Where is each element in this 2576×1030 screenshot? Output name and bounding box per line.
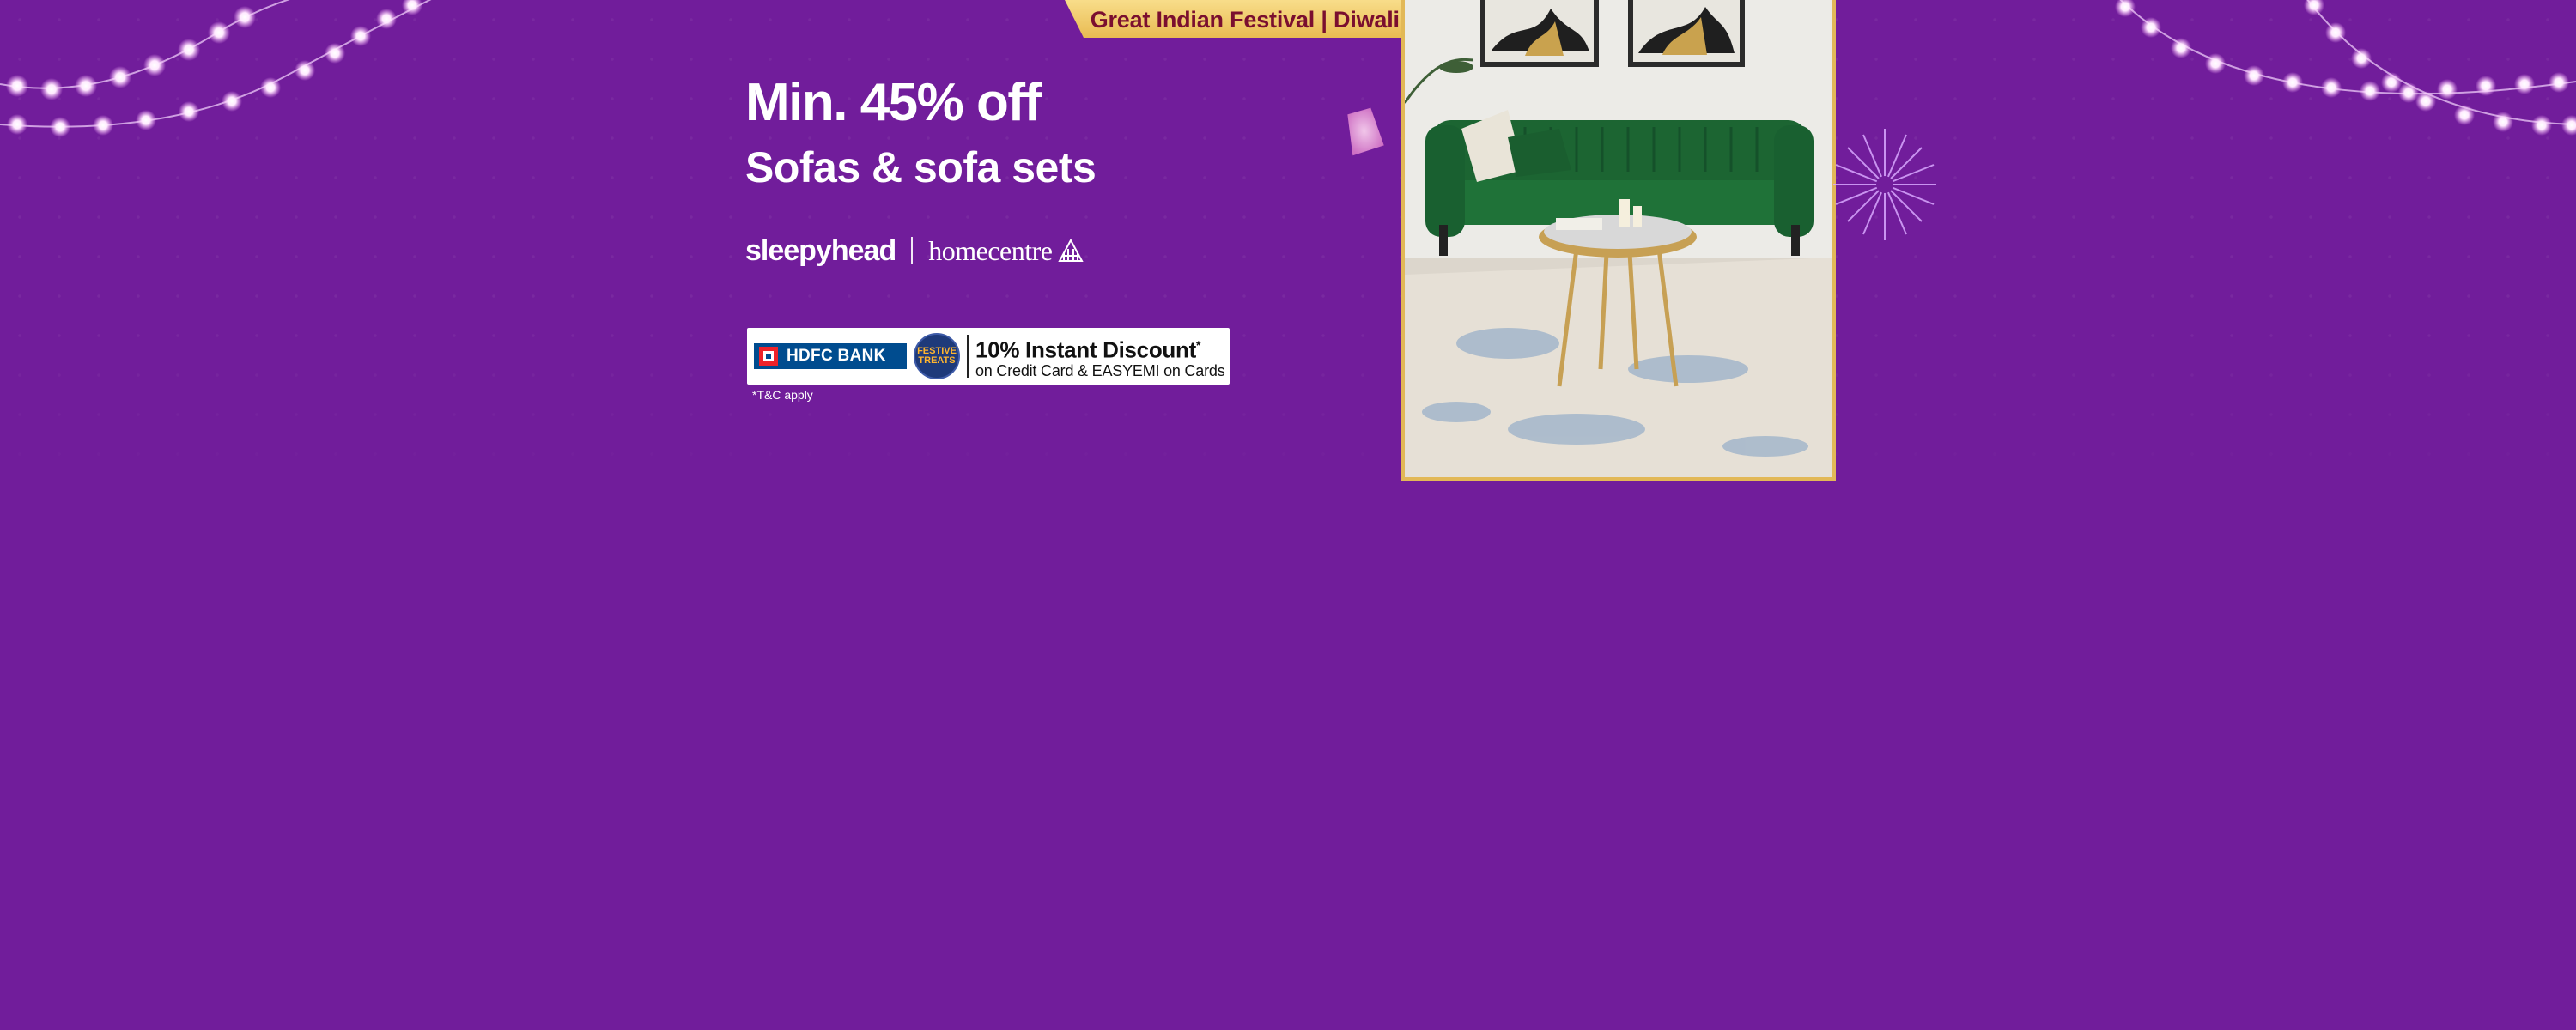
bank-name: HDFC BANK [787,347,886,365]
firework-icon [1833,129,1936,240]
string-lights-right-icon [2115,0,2576,136]
discount-headline: 10% Instant Discount* [975,333,1225,362]
discount-block: 10% Instant Discount* on Credit Card & E… [975,333,1225,379]
hdfc-square-icon [759,347,778,366]
green-sofa-with-coffee-table-image [1405,0,1832,477]
discount-mark: * [1195,338,1201,353]
product-image[interactable] [1401,0,1836,481]
homecentre-logo-icon [1058,238,1084,262]
bank-offer-card[interactable]: HDFC BANK FESTIVE TREATS 10% Instant Dis… [747,328,1230,385]
brand-sleepyhead: sleepyhead [745,233,896,267]
festive-treats-badge: FESTIVE TREATS [914,333,960,379]
brand-homecentre: homecentre [928,234,1053,266]
brand-logos: sleepyhead homecentre [745,233,1084,268]
offer-subtitle: Sofas & sofa sets [745,143,1097,191]
badge-line-2: TREATS [918,355,956,366]
discount-text: 10% Instant Discount [975,336,1196,363]
terms-note: *T&C apply [752,388,813,402]
card-divider [967,335,969,378]
hdfc-bank-logo: HDFC BANK [754,343,907,369]
discount-terms: on Credit Card & EASYEMI on Cards [975,361,1225,379]
string-lights-left-icon [0,0,432,137]
offer-title: Min. 45% off [745,73,1042,132]
sky-lantern-icon [1347,107,1384,156]
brand-divider [911,237,914,264]
